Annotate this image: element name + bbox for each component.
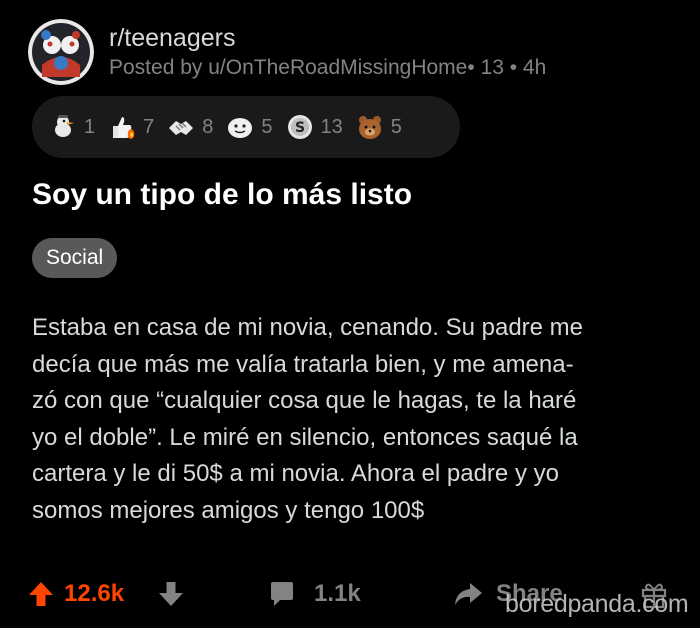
vote-score: 12.6k	[64, 580, 125, 607]
post-body-line: yo el doble”. Le miré en silencio, enton…	[32, 423, 578, 451]
award-item: 5	[355, 112, 402, 142]
bear-award-icon	[358, 116, 381, 139]
award-item: S 13	[285, 112, 343, 142]
subreddit-name[interactable]: r/teenagers	[109, 23, 546, 53]
comment-count: 1.1k	[314, 580, 361, 607]
comments-button[interactable]: 1.1k	[268, 570, 361, 618]
award-item: 1	[48, 112, 95, 142]
boredpanda-watermark: boredpanda.com	[505, 590, 689, 618]
award-item: 8	[166, 112, 213, 142]
post-flair[interactable]: Social	[32, 238, 118, 278]
post-body: Estaba en casa de mi novia, cenando. Su …	[32, 310, 672, 529]
subreddit-avatar-icon	[28, 19, 94, 85]
svg-text:S: S	[294, 120, 304, 136]
thumbs-up-fire-award-icon	[113, 117, 135, 139]
face-award-icon	[228, 118, 253, 138]
award-item: 7	[107, 112, 154, 142]
handshake-award-icon	[169, 121, 194, 135]
post-body-line: Estaba en casa de mi novia, cenando. Su …	[32, 314, 584, 341]
award-item: 5	[225, 112, 273, 142]
duck-award-icon	[55, 115, 74, 137]
subreddit-avatar[interactable]	[28, 19, 94, 85]
comment-bubble-icon	[271, 582, 293, 606]
awards-bar[interactable]: 1 7 8 5 S 13 5	[32, 96, 460, 158]
post-header: r/teenagers Posted by u/OnTheRoadMissing…	[28, 18, 546, 86]
post-title[interactable]: Soy un tipo de lo más listo	[32, 178, 412, 212]
upvote-arrow-icon	[29, 582, 53, 606]
post-meta: Posted by u/OnTheRoadMissingHome• 13 • 4…	[109, 55, 547, 79]
award-count: 5	[390, 115, 402, 138]
award-count: 5	[261, 115, 273, 138]
upvote-button[interactable]: 12.6k	[28, 570, 124, 618]
post-body-line: cartera y le di 50$ a mi novia. Ahora el…	[32, 460, 559, 487]
share-arrow-icon	[455, 583, 482, 605]
post-body-line: somos mejores amigos y tengo 100$	[32, 496, 425, 524]
award-count: 13	[320, 115, 343, 138]
award-count: 7	[143, 115, 155, 138]
post-body-line: decía que más me valía tratarla bien, y …	[32, 350, 574, 378]
award-count: 1	[84, 115, 96, 138]
downvote-button[interactable]	[158, 570, 184, 618]
downvote-arrow-icon	[159, 582, 183, 606]
award-count: 8	[202, 115, 214, 138]
silver-coin-award-icon: S	[287, 115, 312, 139]
post-body-line: zó con que “cualquier cosa que le hagas,…	[32, 387, 577, 414]
